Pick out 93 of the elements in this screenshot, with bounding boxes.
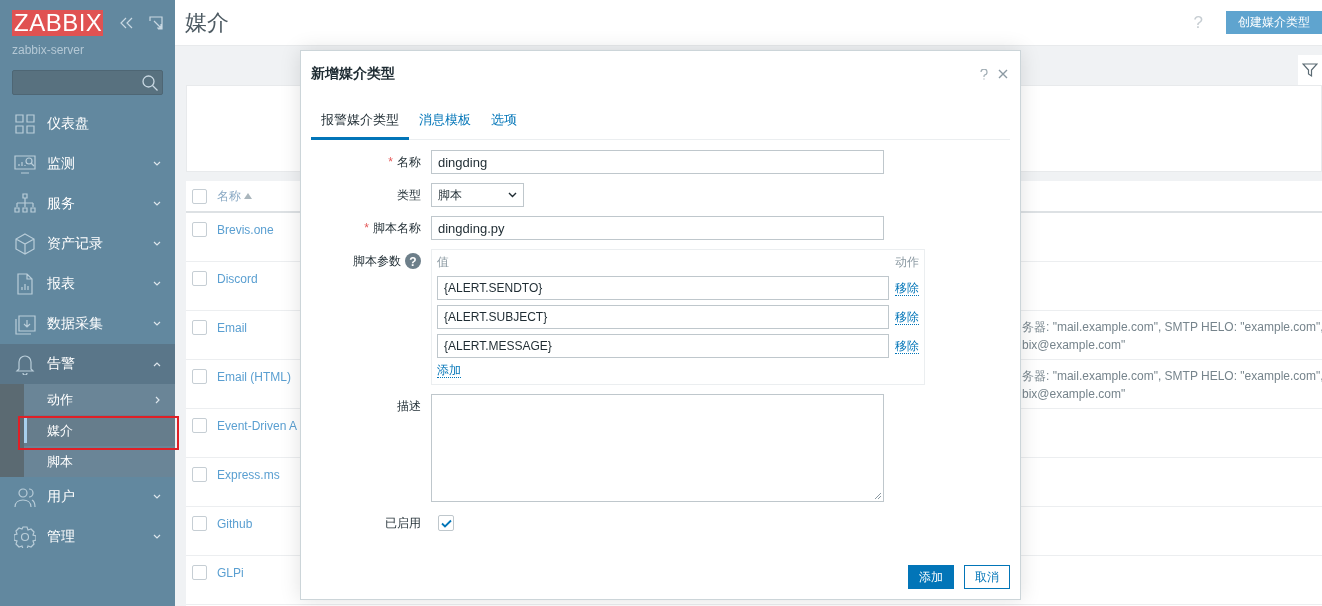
checkbox[interactable] — [192, 222, 207, 237]
search-field[interactable] — [12, 70, 163, 95]
menu-item[interactable]: 资产记录 — [0, 224, 175, 264]
chevron-icon — [153, 201, 161, 207]
media-type-link[interactable]: Email (HTML) — [217, 370, 291, 384]
add-link[interactable]: 添加 — [437, 363, 461, 378]
chevron-icon — [153, 361, 161, 367]
remove-link[interactable]: 移除 — [895, 309, 919, 325]
field-label: 脚本参数 — [353, 253, 401, 270]
checkbox[interactable] — [192, 467, 207, 482]
collapse-icon[interactable] — [119, 16, 133, 30]
hierarchy-icon — [14, 193, 36, 215]
add-button[interactable]: 添加 — [908, 565, 954, 589]
users-icon — [14, 486, 36, 508]
chevron-icon — [155, 395, 161, 404]
column-header[interactable]: 名称 — [217, 187, 241, 205]
cancel-button[interactable]: 取消 — [964, 565, 1010, 589]
help-icon[interactable] — [980, 68, 988, 80]
submenu-item[interactable]: 脚本 — [24, 446, 175, 477]
parameter-field[interactable]: {ALERT.SENDTO} — [437, 276, 889, 300]
bell-icon — [14, 353, 36, 375]
checkbox[interactable] — [192, 418, 207, 433]
chevron-icon — [153, 241, 161, 247]
chevron-icon — [153, 534, 161, 540]
menu-item[interactable]: 管理 — [0, 517, 175, 557]
table-cell-text: bix@example.com" — [1022, 337, 1127, 354]
media-type-link[interactable]: Email — [217, 321, 247, 335]
type-select[interactable]: 脚本 — [431, 183, 524, 207]
kiosk-icon[interactable] — [149, 16, 163, 30]
page-title: 媒介 — [185, 8, 230, 37]
chevron-icon — [153, 281, 161, 287]
media-type-link[interactable]: Brevis.one — [217, 223, 274, 237]
download-icon — [14, 313, 36, 335]
media-type-link[interactable]: Discord — [217, 272, 258, 286]
field-label: 已启用 — [384, 515, 421, 532]
filter-tab[interactable] — [1298, 55, 1322, 85]
remove-link[interactable]: 移除 — [895, 338, 919, 354]
logo: ZABBIX — [12, 10, 103, 36]
chevron-icon — [153, 321, 161, 327]
box-icon — [14, 233, 36, 255]
menu-item[interactable]: 告警 — [0, 344, 175, 384]
settings-icon — [14, 526, 36, 548]
checkbox[interactable] — [192, 188, 207, 204]
field-label: * 名称 — [387, 154, 421, 171]
table-cell-text: bix@example.com" — [1022, 386, 1127, 403]
submenu-item[interactable]: 动作 — [24, 384, 175, 415]
table-cell-text: 务器: "mail.example.com", SMTP HELO: "example.com", — [1022, 319, 1322, 336]
menu-item[interactable]: 仪表盘 — [0, 104, 175, 144]
column-header: 动作 — [895, 254, 919, 271]
media-type-link[interactable]: Event-Driven A — [217, 419, 298, 433]
checkbox[interactable] — [192, 516, 207, 531]
media-type-link[interactable]: GLPi — [217, 566, 244, 580]
description-field[interactable] — [431, 394, 884, 502]
report-icon — [14, 273, 36, 295]
script-name-field[interactable]: dingding.py — [431, 216, 884, 240]
tab[interactable]: 消息模板 — [409, 105, 481, 140]
column-header: 值 — [437, 254, 449, 271]
tab[interactable]: 报警媒介类型 — [311, 105, 409, 140]
menu-item[interactable]: 报表 — [0, 264, 175, 304]
tab[interactable]: 选项 — [481, 105, 527, 140]
resize-grip-icon[interactable] — [874, 492, 882, 500]
chevron-icon — [508, 192, 517, 198]
menu-item[interactable]: 服务 — [0, 184, 175, 224]
dialog-title: 新增媒介类型 — [311, 65, 396, 83]
media-type-link[interactable]: Github — [217, 517, 253, 531]
checkbox[interactable] — [192, 320, 207, 335]
menu-item[interactable]: 监测 — [0, 144, 175, 184]
checkbox[interactable] — [192, 271, 207, 286]
dashboard-icon — [14, 113, 36, 135]
table-cell-text: 务器: "mail.example.com", SMTP HELO: "example.com", — [1022, 368, 1322, 385]
search-icon — [141, 73, 159, 92]
menu-item[interactable]: 数据采集 — [0, 304, 175, 344]
field-label: * 脚本名称 — [363, 220, 421, 237]
server-name: zabbix-server — [11, 42, 86, 57]
parameter-field[interactable]: {ALERT.SUBJECT} — [437, 305, 889, 329]
media-type-link[interactable]: Express.ms — [217, 468, 280, 482]
enabled-checkbox[interactable] — [438, 515, 454, 531]
close-icon[interactable] — [998, 69, 1008, 79]
checkbox[interactable] — [192, 369, 207, 384]
chevron-icon — [153, 494, 161, 500]
field-label: 类型 — [396, 187, 421, 204]
field-label: 描述 — [396, 398, 421, 415]
monitor-icon — [14, 153, 36, 175]
help-icon[interactable]: ? — [405, 253, 421, 269]
remove-link[interactable]: 移除 — [895, 280, 919, 296]
submenu-item[interactable]: 媒介 — [24, 415, 175, 446]
checkbox[interactable] — [192, 565, 207, 580]
chevron-icon — [153, 161, 161, 167]
menu-item[interactable]: 用户 — [0, 477, 175, 517]
name-field[interactable]: dingding — [431, 150, 884, 174]
create-button[interactable]: 创建媒介类型 — [1226, 11, 1322, 34]
filter-icon — [1302, 62, 1318, 78]
parameter-field[interactable]: {ALERT.MESSAGE} — [437, 334, 889, 358]
